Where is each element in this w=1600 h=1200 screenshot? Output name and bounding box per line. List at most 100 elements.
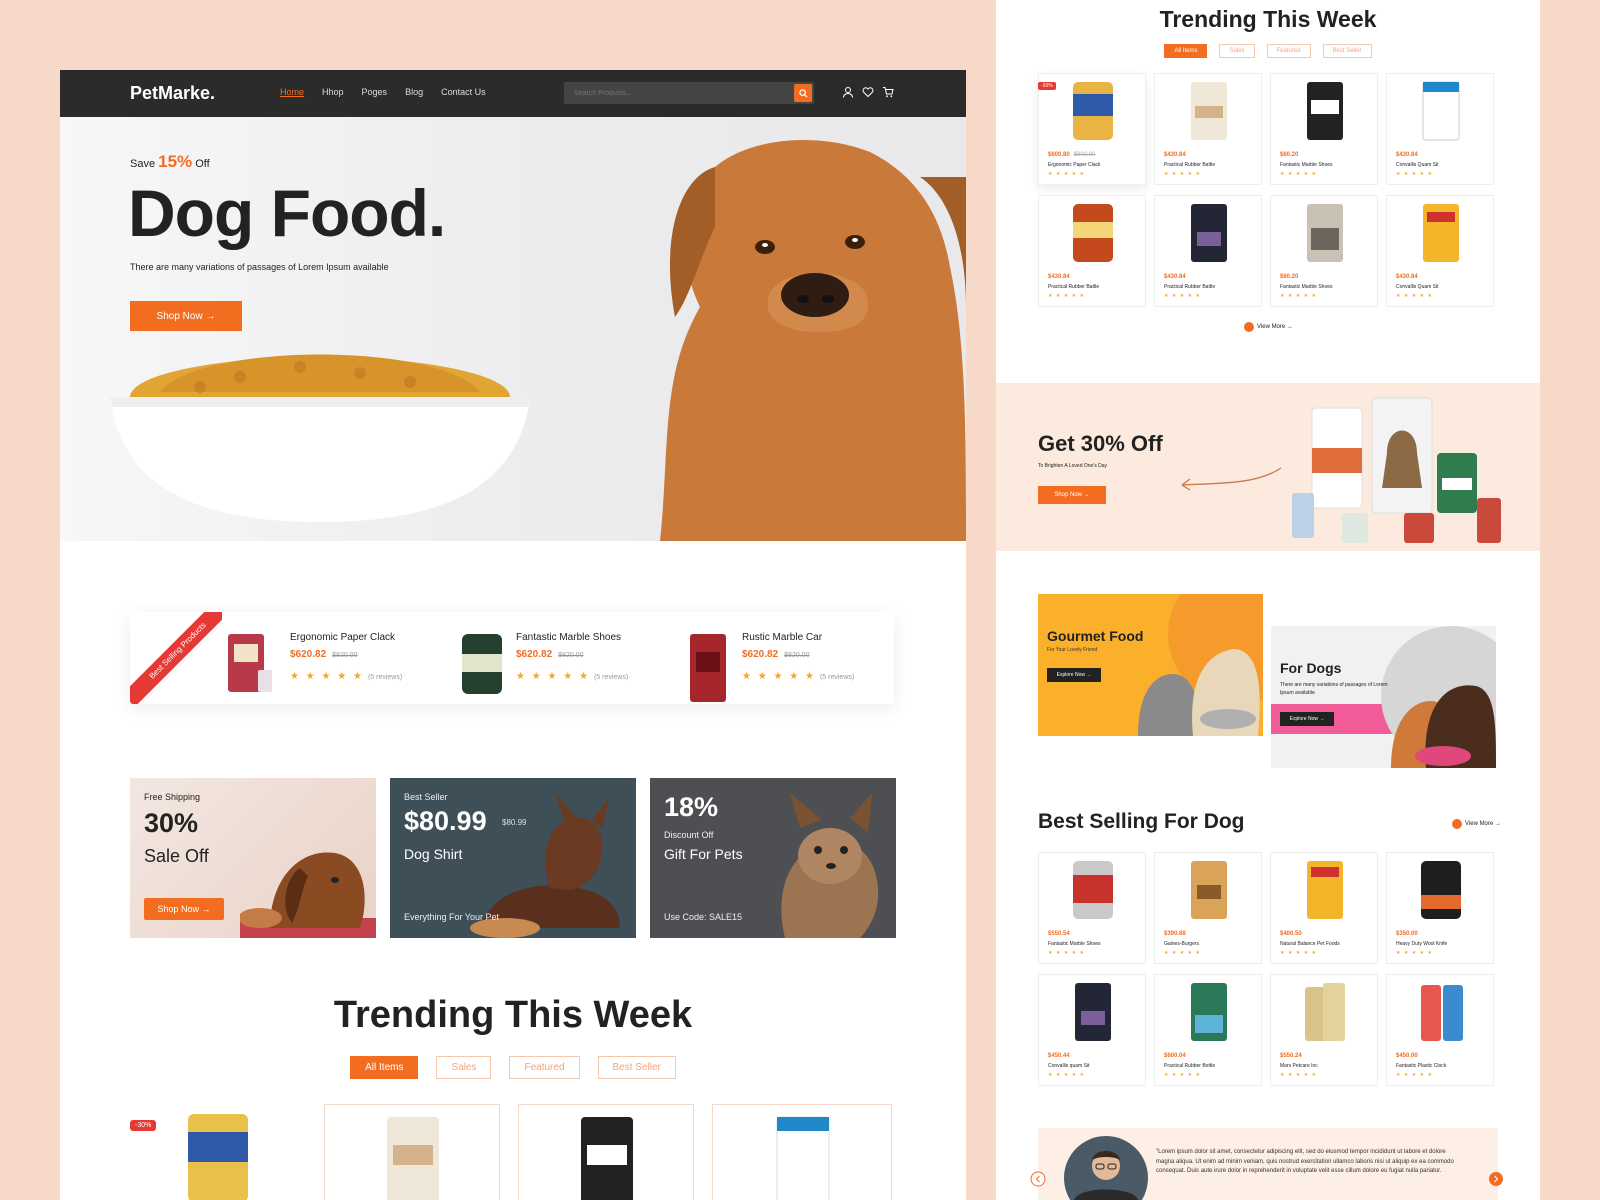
product-card[interactable] [130,1104,306,1200]
nav-home[interactable]: Home [280,87,304,97]
product-bag-image [581,1117,633,1200]
hero-shop-now-button[interactable]: Shop Now → [130,301,242,331]
rating-stars: ★ ★ ★ ★ ★ [1280,171,1317,177]
view-more-label: View More → [1257,324,1293,330]
product-card[interactable]: $400.50 Natural Balance Pet Foods ★ ★ ★ … [1270,852,1378,964]
nav-pages[interactable]: Poges [362,87,388,97]
discount-badge: -30% [130,1120,157,1131]
product-bag-image [1307,204,1343,262]
product-name: Practical Rubber Battle [1048,284,1100,290]
search-button[interactable] [794,84,812,102]
product-card[interactable]: $430.84 Convallis Quam Sit ★ ★ ★ ★ ★ [1386,73,1494,185]
tab-sales[interactable]: Sales [436,1056,492,1079]
product-name: Heavy Duty Wool Knife [1396,941,1448,947]
product-can-image [188,1114,248,1200]
save-suffix: Off [195,158,210,170]
product-card[interactable]: $550.24 Mars Petcare Inc ★ ★ ★ ★ ★ [1270,974,1378,1086]
best-selling-title: Best Selling For Dog [1038,810,1245,833]
gourmet-food-card[interactable]: Gourmet Food For Your Lovely Friend Expl… [1038,594,1263,736]
cart-icon[interactable] [882,86,894,98]
arrow-doodle-icon [1181,467,1282,491]
product-price: $400.50 [1280,931,1302,937]
offer-subtitle: To Brighten A Loved One's Day [1038,463,1108,469]
hero-banner: Save 15% Off Dog Food. There are many va… [60,117,966,541]
rating-stars: ★ ★ ★ ★ ★ [1164,293,1201,299]
product-card[interactable]: $430.84 Practical Rubber Battle ★ ★ ★ ★ … [1154,73,1262,185]
strip-product-price: $620.82 [742,649,779,660]
product-price: $600.80 [1048,152,1070,158]
tab-best-seller[interactable]: Best Seller [1322,44,1372,58]
strip-product-name: Rustic Marble Car [742,632,823,643]
product-card[interactable]: $60.20 Fantastic Marble Shoes ★ ★ ★ ★ ★ [1270,195,1378,307]
product-name: Convallis quam Sit [1048,1063,1090,1069]
strip-product-old-price: $820.00 [558,652,584,659]
rating-stars: ★ ★ ★ ★ ★ [742,671,816,682]
product-name: Convallis Quam Sit [1396,162,1439,168]
cat-and-dog-image [1271,626,1496,768]
product-bag-image [387,1117,439,1200]
save-prefix: Save [130,158,156,170]
tab-featured[interactable]: Featured [1266,44,1311,58]
rating-stars: ★ ★ ★ ★ ★ [1048,950,1085,956]
strip-product[interactable]: Fantastic Marble Shoes $620.82 $820.00 ★ … [460,632,628,696]
product-card[interactable] [712,1104,892,1200]
best-selling-strip: Best Selling Products Ergonomic Paper Cl… [130,612,894,704]
for-dogs-card[interactable]: For Dogs There are many variations of pa… [1271,626,1496,768]
logo[interactable]: PetMarke. [130,83,215,104]
nav-contact[interactable]: Contact Us [441,87,486,97]
product-card[interactable]: $350.00 Heavy Duty Wool Knife ★ ★ ★ ★ ★ [1386,852,1494,964]
rating-stars: ★ ★ ★ ★ ★ [516,671,590,682]
rating-stars: ★ ★ ★ ★ ★ [1396,950,1433,956]
nav-shop[interactable]: Hhop [322,87,344,97]
promo-shop-now-button[interactable]: Shop Now → [144,898,224,920]
product-card[interactable]: $600.04 Practical Rubber Bottle ★ ★ ★ ★ … [1154,974,1262,1086]
product-card[interactable]: $430.84 Practical Rubber Battle ★ ★ ★ ★ … [1154,195,1262,307]
view-more-link[interactable]: View More → [1244,322,1293,332]
promo-card-best-seller[interactable]: Best Seller $80.99 $80.99 Dog Shirt Ever… [390,778,636,938]
tab-featured[interactable]: Featured [509,1056,580,1079]
gourmet-explore-button[interactable]: Explore Now → [1047,668,1101,682]
product-card[interactable]: $430.84 Practical Rubber Battle ★ ★ ★ ★ … [1038,195,1146,307]
strip-product-old-price: $820.00 [332,652,358,659]
promo-card-free-shipping[interactable]: Free Shipping 30% Sale Off Shop Now → [130,778,376,938]
promo-line: Dog Shirt [404,846,463,862]
product-can-image [1073,861,1113,919]
next-arrow-icon[interactable] [1488,1171,1504,1187]
rating-stars: ★ ★ ★ ★ ★ [1048,293,1085,299]
testimonial-text: "Lorem ipsum dolor sit amet, consectetur… [1156,1149,1454,1175]
tab-all-items[interactable]: All Items [1164,44,1208,58]
promo-card-discount[interactable]: 18% Discount Off Gift For Pets Use Code:… [650,778,896,938]
view-more-link[interactable]: View More → [1452,819,1501,829]
review-count: (5 reviews) [367,674,403,681]
product-bag-image [1191,983,1227,1041]
product-card[interactable]: $450.44 Convallis quam Sit ★ ★ ★ ★ ★ [1038,974,1146,1086]
product-name: Gaines-Burgers [1164,941,1200,947]
strip-product[interactable]: Ergonomic Paper Clack $620.82 $820.00 ★ ★… [222,632,402,696]
product-card[interactable]: $430.84 Convallis Quam Sit ★ ★ ★ ★ ★ [1386,195,1494,307]
rating-stars: ★ ★ ★ ★ ★ [1280,950,1317,956]
user-icon[interactable] [842,86,854,98]
review-count: (5 reviews) [593,674,629,681]
product-card[interactable]: $450.00 Fantastic Plastic Clock ★ ★ ★ ★ … [1386,974,1494,1086]
product-card[interactable]: $60.20 Fantastic Marble Shoes ★ ★ ★ ★ ★ [1270,73,1378,185]
tab-all-items[interactable]: All Items [350,1056,419,1079]
food-bowl-image [110,354,530,522]
product-card[interactable] [518,1104,694,1200]
top-nav: PetMarke. Home Hhop Poges Blog Contact U… [60,70,966,117]
tab-best-seller[interactable]: Best Seller [597,1056,676,1079]
nav-blog[interactable]: Blog [405,87,423,97]
heart-icon[interactable] [862,86,874,98]
product-can-image [1073,204,1113,262]
product-card[interactable] [324,1104,500,1200]
tab-sales[interactable]: Sales [1219,44,1255,58]
prev-arrow-icon[interactable] [1030,1171,1046,1187]
offer-shop-now-button[interactable]: Shop Now → [1038,486,1106,504]
product-card[interactable]: $390.88 Gaines-Burgers ★ ★ ★ ★ ★ [1154,852,1262,964]
strip-product[interactable]: Rustic Marble Car $620.82 $820.00 ★ ★ ★ ★… [686,632,854,704]
product-card[interactable]: $550.54 Fantastic Marble Shoes ★ ★ ★ ★ ★ [1038,852,1146,964]
trending-title: Trending This Week [1159,6,1377,32]
search-input[interactable] [564,82,784,105]
product-name: Fantastic Marble Shoes [1048,941,1101,947]
promo-big: 18% [664,792,719,822]
for-dogs-explore-button[interactable]: Explore Now → [1280,712,1334,726]
